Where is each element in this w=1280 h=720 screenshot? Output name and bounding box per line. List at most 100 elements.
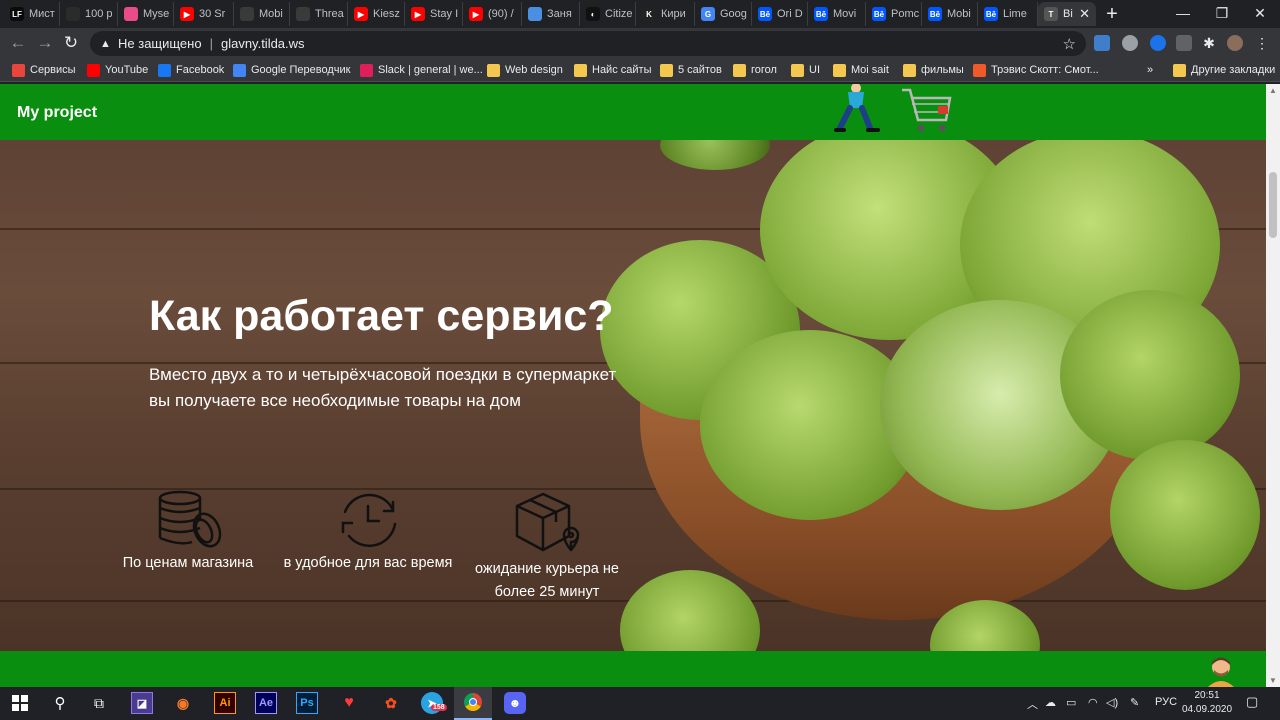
dribbble-icon: [124, 7, 138, 21]
bookmark-item[interactable]: Facebook: [158, 62, 224, 78]
chrome-taskbar-active[interactable]: [454, 687, 492, 720]
browser-tab[interactable]: Bē Lime: [978, 2, 1038, 26]
profile-avatar[interactable]: [1227, 35, 1243, 51]
tab-title: Pomc: [891, 8, 920, 20]
browser-tab[interactable]: ▶ Stay I: [405, 2, 463, 26]
avatar-illustration[interactable]: [1206, 655, 1236, 687]
browser-tab[interactable]: ▶ 30 Sr: [174, 2, 234, 26]
bookmark-item[interactable]: Сервисы: [12, 62, 76, 78]
task-view-icon[interactable]: ⧉: [88, 692, 110, 714]
battery-icon[interactable]: ▭: [1066, 696, 1076, 709]
delivery-box-icon: [515, 492, 580, 552]
feature-text: ожидание курьера не более 25 минут: [475, 561, 619, 600]
puzzle-extensions-icon[interactable]: ✱: [1201, 35, 1217, 51]
bookmark-item[interactable]: Moi sait: [833, 62, 889, 78]
bookmark-item[interactable]: Google Переводчик: [233, 62, 351, 78]
minimize-icon[interactable]: —: [1163, 0, 1203, 28]
vpn-globe-icon[interactable]: [1122, 35, 1138, 51]
extension-icon[interactable]: [1176, 35, 1192, 51]
close-window-icon[interactable]: ✕: [1240, 0, 1280, 28]
tab-title: Goog: [720, 8, 747, 20]
onedrive-cloud-icon[interactable]: ☁: [1045, 696, 1056, 709]
tab-strip: T Bi ✕ Bē Lime Bē Mobi Bē Pomc Bē Movi Bē Ori D G Goog…: [0, 0, 1280, 28]
browser-tab[interactable]: ◐ Citize: [580, 2, 636, 26]
extension-icon[interactable]: [1150, 35, 1166, 51]
bookmark-label: YouTube: [105, 64, 149, 76]
browser-tab[interactable]: Threa: [290, 2, 348, 26]
tilda-icon: T: [1044, 7, 1058, 21]
reload-icon[interactable]: ↻: [60, 32, 82, 54]
discord-icon[interactable]: ☻: [504, 692, 526, 714]
folder-icon: [487, 63, 500, 77]
bookmark-item[interactable]: YouTube: [87, 62, 148, 78]
figma-icon[interactable]: ✿: [380, 692, 402, 714]
clock[interactable]: 20:51 04.09.2020: [1182, 689, 1232, 717]
notifications-icon[interactable]: ▢: [1246, 694, 1258, 710]
menu-kebab-icon[interactable]: ⋮: [1254, 35, 1270, 51]
site-brand[interactable]: My project: [17, 104, 97, 122]
extension-icon[interactable]: [1094, 35, 1110, 51]
close-tab-icon[interactable]: ✕: [1079, 6, 1090, 22]
browser-tab[interactable]: ▶ (90) /: [463, 2, 522, 26]
browser-tab[interactable]: Заня: [522, 2, 580, 26]
bookmark-item[interactable]: Трэвис Скотт: Смот...: [973, 62, 1099, 78]
speaker-icon[interactable]: ◁): [1106, 696, 1118, 709]
bookmark-item[interactable]: UI: [791, 62, 820, 78]
tab-title: Кири: [661, 8, 686, 20]
windows-taskbar: ⚲ ⧉ ◪ ◉ Ai Ae Ps ♥ ✿ ➤ 158 ☻ ︿ ☁ ▭ ◠ ◁) …: [0, 687, 1280, 720]
pen-icon[interactable]: ✎: [1130, 696, 1139, 709]
back-icon[interactable]: ←: [7, 32, 29, 54]
browser-tab[interactable]: LF Мист: [4, 2, 60, 26]
bookmark-item[interactable]: Slack | general | we...: [360, 62, 483, 78]
scroll-down-arrow-icon[interactable]: ▼: [1269, 676, 1277, 685]
vivaldi-icon[interactable]: ♥: [338, 692, 360, 714]
bookmark-item[interactable]: Web design: [487, 62, 563, 78]
maximize-icon[interactable]: ❐: [1202, 0, 1242, 28]
browser-tab[interactable]: Bē Movi: [808, 2, 866, 26]
browser-tab[interactable]: Mobi: [234, 2, 290, 26]
page-scrollbar[interactable]: ▲ ▼: [1266, 84, 1280, 687]
bookmark-item[interactable]: 5 сайтов: [660, 62, 722, 78]
clock-icon: [341, 493, 397, 548]
scrollbar-thumb[interactable]: [1269, 172, 1277, 238]
illustrator-icon[interactable]: Ai: [214, 692, 236, 714]
browser-tab[interactable]: Myse: [118, 2, 174, 26]
after-effects-icon[interactable]: Ae: [255, 692, 277, 714]
tray-overflow-icon[interactable]: ︿: [1027, 696, 1038, 712]
bookmark-label: фильмы: [921, 64, 964, 76]
tab-title: 30 Sr: [199, 8, 226, 20]
forward-icon[interactable]: →: [34, 32, 56, 54]
youtube-icon: ▶: [180, 7, 194, 21]
browser-tab[interactable]: Bē Pomc: [866, 2, 922, 26]
other-bookmarks-folder[interactable]: Другие закладки: [1173, 62, 1275, 78]
browser-tab[interactable]: Bē Mobi: [922, 2, 978, 26]
browser-tab[interactable]: K Кири: [636, 2, 695, 26]
telegram-icon[interactable]: ➤ 158: [421, 692, 447, 714]
search-icon[interactable]: ⚲: [49, 692, 71, 714]
language-indicator[interactable]: РУС: [1155, 696, 1177, 708]
windows-start-icon[interactable]: [9, 692, 31, 714]
folder-icon: [903, 63, 916, 77]
scroll-up-arrow-icon[interactable]: ▲: [1269, 86, 1277, 95]
url-text[interactable]: glavny.tilda.ws: [221, 36, 305, 51]
blender-icon[interactable]: ◉: [172, 692, 194, 714]
browser-tab[interactable]: Bē Ori D: [752, 2, 808, 26]
bookmark-item[interactable]: фильмы: [903, 62, 964, 78]
bookmarks-overflow-button[interactable]: »: [1147, 62, 1153, 78]
overflow-chevron-icon: »: [1147, 64, 1154, 76]
bookmark-label: Facebook: [176, 64, 225, 76]
bookmark-item[interactable]: Найс сайты: [574, 62, 651, 78]
tab-title: Threa: [315, 8, 344, 20]
browser-tab[interactable]: ▶ Kiesz: [348, 2, 405, 26]
new-tab-button[interactable]: +: [1100, 3, 1124, 25]
browser-tab[interactable]: 100 р: [60, 2, 118, 26]
address-bar[interactable]: ▲ Не защищено | glavny.tilda.ws ☆: [90, 31, 1086, 56]
photoshop-icon[interactable]: Ps: [296, 692, 318, 714]
app-icon[interactable]: ◪: [131, 692, 153, 714]
feature-text: в удобное для вас время: [283, 555, 453, 571]
bookmark-item[interactable]: гогол: [733, 62, 777, 78]
browser-tab[interactable]: G Goog: [695, 2, 752, 26]
browser-tab[interactable]: T Bi ✕: [1038, 2, 1096, 26]
wifi-icon[interactable]: ◠: [1088, 696, 1098, 709]
bookmark-star-icon[interactable]: ☆: [1063, 35, 1076, 53]
